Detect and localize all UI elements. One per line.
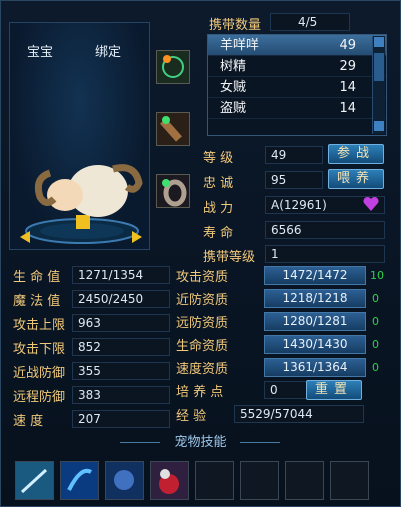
wind-skill-icon xyxy=(61,462,98,499)
aptitude-bonus: 0 xyxy=(372,361,379,374)
exp-label: 经 验 xyxy=(176,409,207,424)
train-points-label: 培 养 点 xyxy=(176,385,224,400)
pet-preview-panel: 宝宝 绑定 xyxy=(9,22,150,250)
stat-label: 速 度 xyxy=(13,414,44,429)
carry-count-value: 4/5 xyxy=(270,13,350,31)
aptitude-bonus: 10 xyxy=(370,269,384,282)
equip-slot-2[interactable] xyxy=(156,112,190,146)
aptitude-bar: 1218/1218 xyxy=(264,289,366,308)
exp-value: 5529/57044 xyxy=(234,405,364,423)
equip-slot-3[interactable] xyxy=(156,174,190,208)
aptitude-label: 近防资质 xyxy=(176,293,229,308)
aptitude-bar: 1430/1430 xyxy=(264,335,366,354)
stat-value: 1271/1354 xyxy=(72,266,170,284)
aptitude-bar: 1280/1281 xyxy=(264,312,366,331)
aptitude-bonus: 0 xyxy=(372,315,379,328)
aptitude-bonus: 0 xyxy=(372,292,379,305)
aptitude-panel: 攻击资质 1472/1472 10 近防资质 1218/1218 0 远防资质 1280/… xyxy=(176,266,384,429)
scroll-up-icon[interactable] xyxy=(374,37,384,47)
fight-button[interactable]: 参战 xyxy=(328,144,384,164)
carry-level-label: 携带等级 xyxy=(203,250,256,265)
pet-list: 羊咩咩 49 树精 29 女贼 14 盗贼 14 xyxy=(207,34,387,136)
aptitude-bar: 1472/1472 xyxy=(264,266,366,285)
bracer-icon xyxy=(157,113,189,145)
loyalty-label: 忠 诚 xyxy=(203,176,234,191)
stat-value: 207 xyxy=(72,410,170,428)
pet-list-item[interactable]: 羊咩咩 49 xyxy=(208,35,386,56)
stat-label: 生 命 值 xyxy=(13,270,61,285)
feed-button[interactable]: 喂养 xyxy=(328,169,384,189)
level-label: 等 级 xyxy=(203,151,234,166)
skill-slot[interactable] xyxy=(330,461,369,500)
skill-slot[interactable] xyxy=(105,461,144,500)
fire-skill-icon xyxy=(151,462,188,499)
loyalty-value: 95 xyxy=(265,171,323,189)
necklace-icon xyxy=(157,51,189,83)
stat-value: 852 xyxy=(72,338,170,356)
power-label: 战 力 xyxy=(203,201,234,216)
pet-list-scrollbar[interactable] xyxy=(372,36,385,134)
stat-value: 2450/2450 xyxy=(72,290,170,308)
beast-skill-icon xyxy=(106,462,143,499)
skills-header: 宠物技能 xyxy=(0,432,401,454)
life-label: 寿 命 xyxy=(203,226,234,241)
pet-list-item[interactable]: 女贼 14 xyxy=(208,77,386,98)
aptitude-bonus: 0 xyxy=(372,338,379,351)
stats-panel: 生 命 值 1271/1354 魔 法 值 2450/2450 攻击上限 963 攻击… xyxy=(13,266,170,434)
tab-pet[interactable]: 宝宝 xyxy=(27,41,53,60)
stat-value: 355 xyxy=(72,362,170,380)
pet-model xyxy=(20,164,143,244)
level-value: 49 xyxy=(265,146,323,164)
scroll-down-icon[interactable] xyxy=(374,121,384,131)
stat-label: 近战防御 xyxy=(13,366,66,381)
stat-label: 攻击上限 xyxy=(13,318,66,333)
skill-slot[interactable] xyxy=(195,461,234,500)
skill-slot[interactable] xyxy=(60,461,99,500)
heart-icon xyxy=(363,196,379,211)
skill-slot[interactable] xyxy=(285,461,324,500)
equip-slot-1[interactable] xyxy=(156,50,190,84)
stat-label: 攻击下限 xyxy=(13,342,66,357)
stat-label: 远程防御 xyxy=(13,390,66,405)
ring-icon xyxy=(157,175,189,207)
sword-skill-icon xyxy=(16,462,53,499)
pet-list-item[interactable]: 盗贼 14 xyxy=(208,98,386,119)
aptitude-label: 攻击资质 xyxy=(176,270,229,285)
divider xyxy=(240,442,280,443)
skills-title: 宠物技能 xyxy=(174,435,227,450)
tab-bind[interactable]: 绑定 xyxy=(95,41,121,60)
skill-slot[interactable] xyxy=(150,461,189,500)
stat-value: 383 xyxy=(72,386,170,404)
carry-count-label: 携带数量 xyxy=(209,18,262,33)
stat-label: 魔 法 值 xyxy=(13,294,61,309)
carry-level-value: 1 xyxy=(265,245,385,263)
aptitude-label: 生命资质 xyxy=(176,339,229,354)
skill-slot[interactable] xyxy=(240,461,279,500)
reset-button[interactable]: 重置 xyxy=(306,380,362,400)
skill-bar xyxy=(15,461,369,500)
pet-list-item[interactable]: 树精 29 xyxy=(208,56,386,77)
divider xyxy=(120,442,160,443)
scroll-thumb[interactable] xyxy=(374,53,384,81)
stat-value: 963 xyxy=(72,314,170,332)
skill-slot[interactable] xyxy=(15,461,54,500)
aptitude-label: 速度资质 xyxy=(176,362,229,377)
aptitude-label: 远防资质 xyxy=(176,316,229,331)
life-value: 6566 xyxy=(265,221,385,239)
aptitude-bar: 1361/1364 xyxy=(264,358,366,377)
